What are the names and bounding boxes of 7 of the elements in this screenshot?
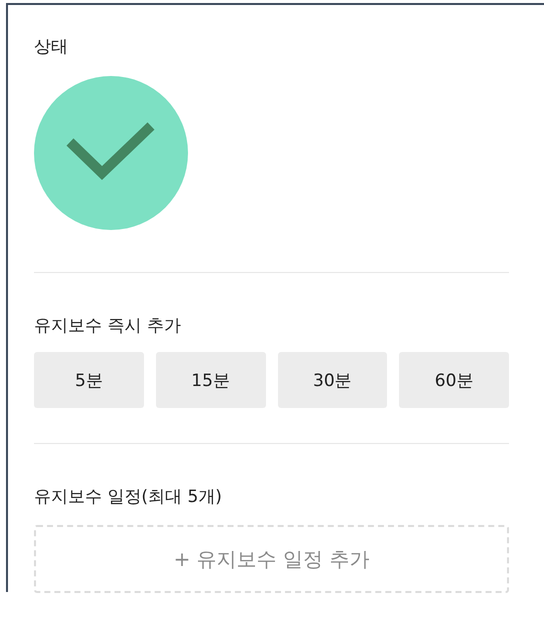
minutes-button[interactable]: 30분 [278,352,388,408]
minutes-button[interactable]: 5분 [34,352,144,408]
minutes-button[interactable]: 60분 [399,352,509,408]
section-title: 유지보수 일정(최대 5개) [34,486,222,509]
section-title: 유지보수 즉시 추가 [34,315,181,338]
section-title: 상태 [34,36,68,59]
minutes-button[interactable]: 15분 [156,352,266,408]
